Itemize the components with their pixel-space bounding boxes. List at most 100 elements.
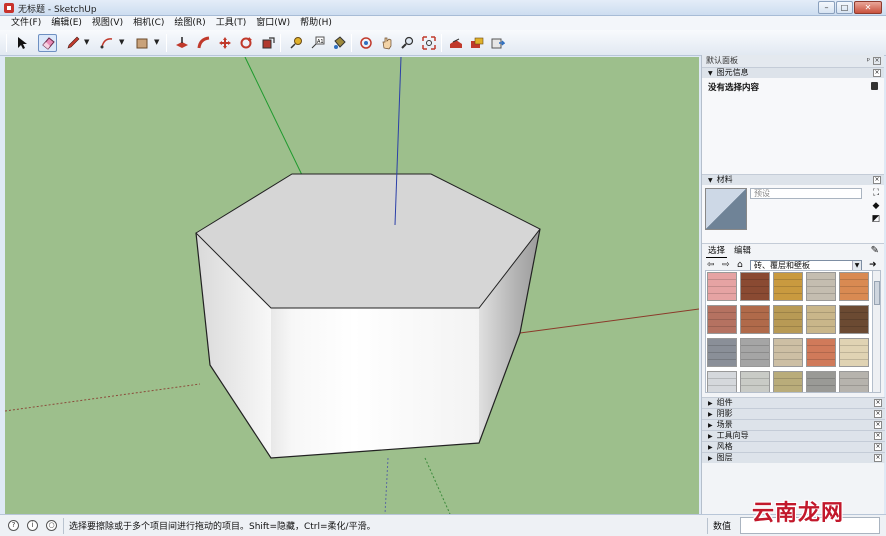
extension-icon[interactable] [488,34,507,52]
svg-text:A1: A1 [317,39,324,45]
material-thumbnail[interactable] [740,305,770,334]
chevron-down-icon[interactable]: ▼ [84,38,89,46]
credits-icon[interactable]: i [27,520,38,531]
menu-edit[interactable]: 编辑(E) [46,16,87,30]
pencil-icon[interactable] [63,34,82,52]
expand-arrow-icon: ▶ [708,455,713,462]
close-icon[interactable]: × [874,410,882,418]
default-material-icon[interactable]: ◩ [871,214,881,224]
material-thumbnail[interactable] [806,305,836,334]
home-icon[interactable]: ⌂ [737,260,743,270]
arc-icon[interactable] [97,34,116,52]
followme-icon[interactable] [194,34,213,52]
eraser-icon[interactable] [38,34,57,52]
close-icon[interactable]: × [873,69,881,77]
material-thumbnail[interactable] [740,371,770,392]
section-header[interactable]: ▶ 组件 × [702,397,885,408]
close-icon[interactable]: × [874,421,882,429]
status-message: 选择要擦除或于多个项目间进行拖动的项目。Shift=隐藏，Ctrl=柔化/平滑。 [69,522,376,532]
details-arrow-icon[interactable]: ➜ [869,260,877,270]
material-thumbnail[interactable] [839,371,869,392]
paint-bucket-icon[interactable] [329,34,348,52]
close-icon[interactable]: × [874,454,882,462]
chevron-down-icon[interactable]: ▼ [154,38,159,46]
close-icon[interactable]: × [873,57,881,65]
drawing-viewport[interactable] [5,57,699,514]
section-header[interactable]: ▶ 工具向导 × [702,430,885,441]
default-tray: 默认面板 ᵖ × ▼ 图元信息 × 没有选择内容 ▼ 材料 × 预设 ⛶ ◆ ◩ 选… [701,55,885,514]
material-thumbnail[interactable] [707,305,737,334]
menu-file[interactable]: 文件(F) [6,16,46,30]
section-header[interactable]: ▶ 风格 × [702,441,885,452]
pan-icon[interactable] [377,34,396,52]
materials-header[interactable]: ▼ 材料 × [702,174,884,185]
pushpull-icon[interactable] [172,34,191,52]
menu-bar: 文件(F) 编辑(E) 视图(V) 相机(C) 绘图(R) 工具(T) 窗口(W… [0,16,886,30]
materials-title: 材料 [716,175,733,184]
share-model-icon[interactable] [467,34,486,52]
tab-select[interactable]: 选择 [706,246,728,258]
material-name-field[interactable]: 预设 [750,188,862,199]
scrollbar-thumb[interactable] [874,281,880,305]
back-arrow-icon[interactable]: ⇦ [707,260,715,270]
close-button[interactable]: ✕ [854,1,882,14]
material-thumbnails [705,270,873,393]
select-arrow-icon[interactable] [12,34,31,52]
menu-draw[interactable]: 绘图(R) [169,16,210,30]
material-thumbnail[interactable] [740,272,770,301]
current-material-swatch[interactable] [705,188,747,230]
material-thumbnail[interactable] [773,338,803,367]
tab-edit[interactable]: 编辑 [732,246,753,257]
material-thumbnail[interactable] [773,371,803,392]
move-icon[interactable] [215,34,234,52]
create-material-icon[interactable]: ⛶ [871,188,881,198]
menu-help[interactable]: 帮助(H) [295,16,337,30]
material-thumbnail[interactable] [839,305,869,334]
red-axis-dotted [5,383,201,412]
pin-icon[interactable]: ᵖ [867,55,870,67]
material-thumbnail[interactable] [806,371,836,392]
material-thumbnail[interactable] [839,272,869,301]
menu-tools[interactable]: 工具(T) [211,16,252,30]
user-icon[interactable]: ○ [46,520,57,531]
rotate-icon[interactable] [236,34,255,52]
material-thumbnail[interactable] [806,272,836,301]
forward-arrow-icon[interactable]: ⇨ [722,260,730,270]
orbit-icon[interactable] [356,34,375,52]
menu-window[interactable]: 窗口(W) [251,16,295,30]
material-thumbnail[interactable] [839,338,869,367]
scale-icon[interactable] [258,34,277,52]
text-icon[interactable]: A1 [308,34,327,52]
warehouse-icon[interactable] [446,34,465,52]
zoom-extents-icon[interactable] [419,34,438,52]
close-icon[interactable]: × [873,176,881,184]
material-thumbnail[interactable] [707,371,737,392]
maximize-button[interactable]: □ [836,1,853,14]
eyedropper-icon[interactable]: ✎ [871,245,879,256]
section-header[interactable]: ▶ 阴影 × [702,408,885,419]
lock-icon[interactable] [871,82,878,90]
collapse-arrow-icon: ▼ [708,70,713,77]
section-header[interactable]: ▶ 图层 × [702,452,885,463]
close-icon[interactable]: × [874,399,882,407]
material-thumbnail[interactable] [740,338,770,367]
entity-info-header[interactable]: ▼ 图元信息 × [702,67,884,78]
tape-measure-icon[interactable] [286,34,305,52]
materials-scrollbar[interactable] [872,270,881,393]
material-thumbnail[interactable] [707,272,737,301]
paint-bucket-icon[interactable]: ◆ [871,201,881,211]
menu-view[interactable]: 视图(V) [87,16,128,30]
menu-camera[interactable]: 相机(C) [128,16,169,30]
georeference-icon[interactable]: ? [8,520,19,531]
chevron-down-icon[interactable]: ▼ [119,38,124,46]
material-thumbnail[interactable] [773,272,803,301]
material-thumbnail[interactable] [773,305,803,334]
close-icon[interactable]: × [874,443,882,451]
minimize-button[interactable]: – [818,1,835,14]
section-header[interactable]: ▶ 场景 × [702,419,885,430]
material-thumbnail[interactable] [707,338,737,367]
zoom-icon[interactable] [398,34,417,52]
close-icon[interactable]: × [874,432,882,440]
shape-icon[interactable] [132,34,151,52]
material-thumbnail[interactable] [806,338,836,367]
